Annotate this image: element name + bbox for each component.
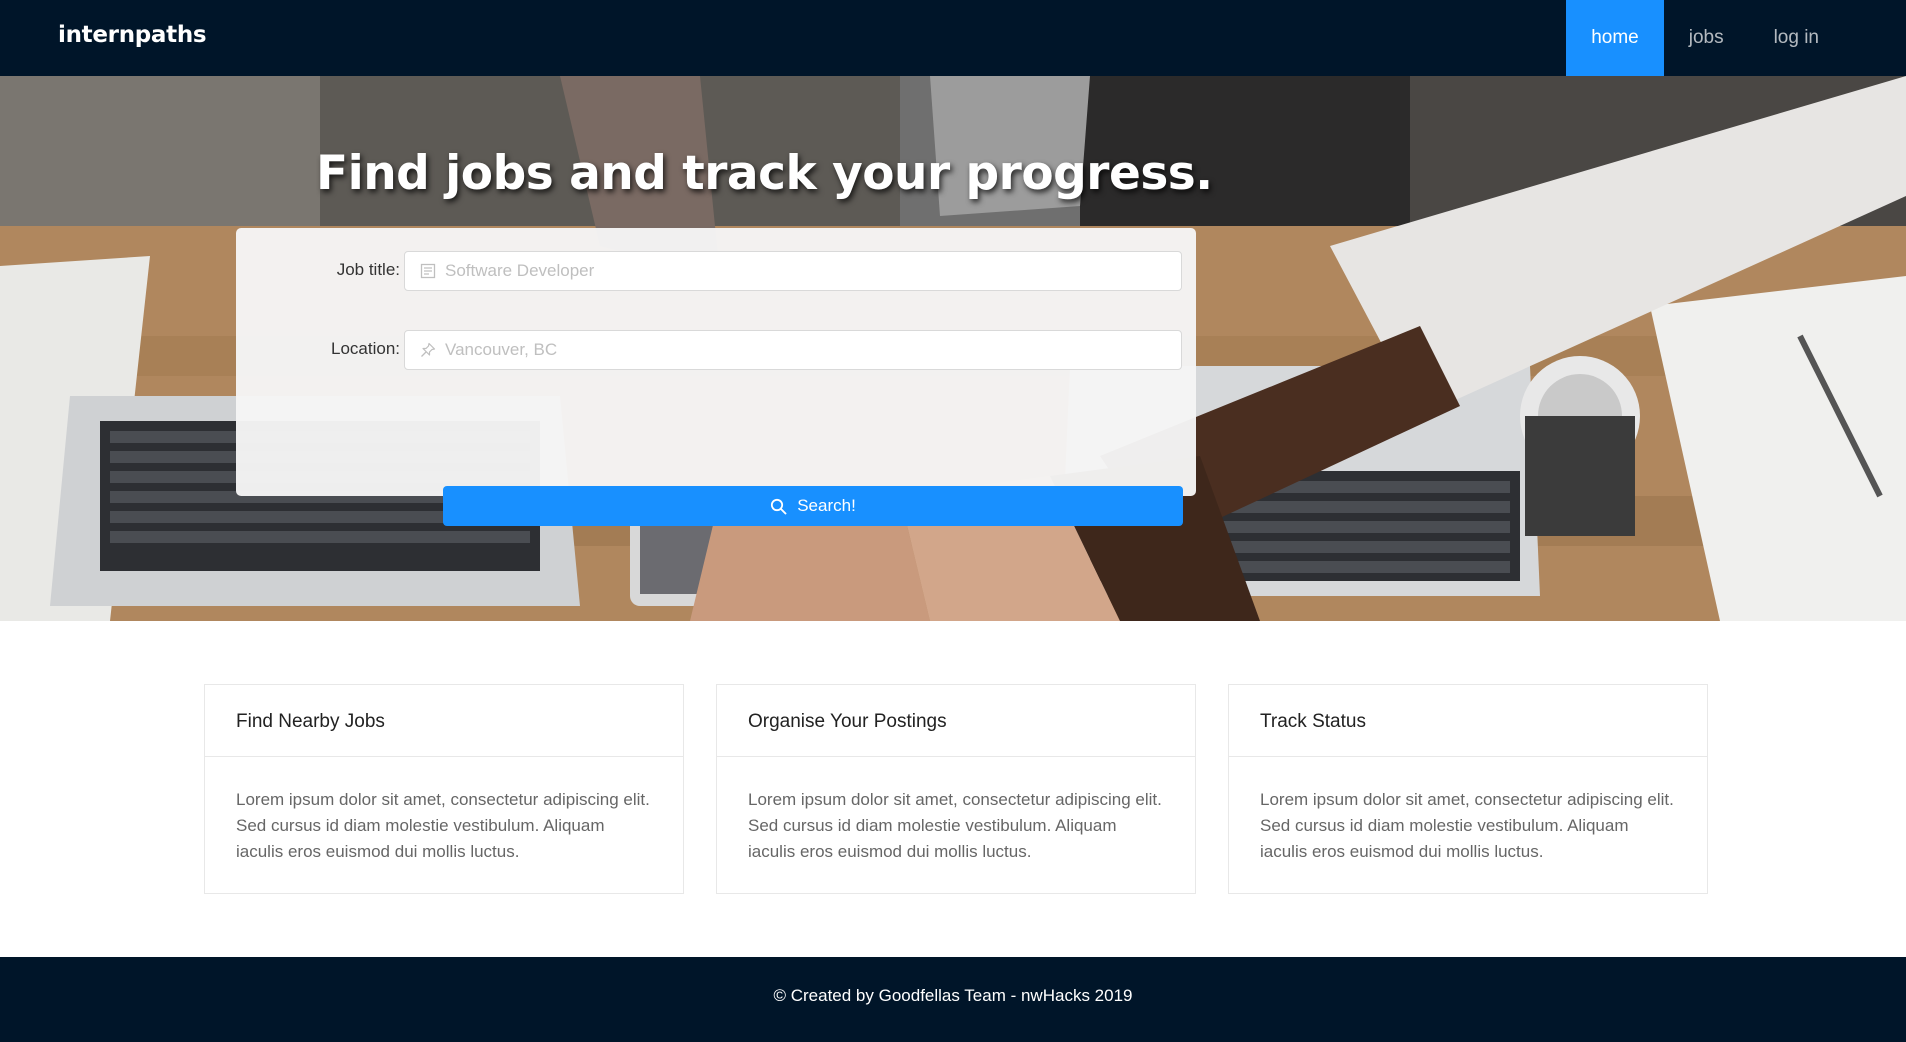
nav-menu: home jobs log in [1566, 0, 1844, 76]
hero-title: Find jobs and track your progress. [316, 146, 1213, 201]
job-search-form: Job title: Location: Search! [236, 228, 1196, 526]
search-button-label: Search! [797, 496, 856, 515]
pushpin-icon [419, 341, 437, 359]
footer-text: © Created by Goodfellas Team - nwHacks 2… [773, 986, 1133, 1005]
search-icon [770, 498, 787, 515]
feature-card-title: Track Status [1229, 685, 1707, 757]
feature-card-title: Organise Your Postings [717, 685, 1195, 757]
feature-card-find-jobs: Find Nearby Jobs Lorem ipsum dolor sit a… [204, 684, 684, 894]
site-footer: © Created by Goodfellas Team - nwHacks 2… [0, 957, 1906, 1042]
feature-card-body: Lorem ipsum dolor sit amet, consectetur … [1260, 790, 1674, 861]
nav-item-jobs[interactable]: jobs [1664, 0, 1749, 76]
job-title-input[interactable] [445, 261, 1145, 281]
feature-card-track-status: Track Status Lorem ipsum dolor sit amet,… [1228, 684, 1708, 894]
nav-item-login[interactable]: log in [1749, 0, 1844, 76]
location-label: Location: [331, 339, 400, 358]
feature-card-body: Lorem ipsum dolor sit amet, consectetur … [748, 790, 1162, 861]
profile-icon [419, 262, 437, 280]
top-navbar: internpaths home jobs log in [0, 0, 1906, 76]
job-title-field[interactable] [404, 251, 1182, 291]
hero-banner: Find jobs and track your progress. Job t… [0, 76, 1906, 621]
location-field[interactable] [404, 330, 1182, 370]
features-section: Find Nearby Jobs Lorem ipsum dolor sit a… [204, 684, 1708, 894]
job-title-label: Job title: [336, 260, 400, 279]
location-input[interactable] [445, 340, 1145, 360]
nav-item-home[interactable]: home [1566, 0, 1664, 76]
feature-card-organise: Organise Your Postings Lorem ipsum dolor… [716, 684, 1196, 894]
site-logo[interactable]: internpaths [58, 22, 207, 48]
feature-card-title: Find Nearby Jobs [205, 685, 683, 757]
feature-card-body: Lorem ipsum dolor sit amet, consectetur … [236, 790, 650, 861]
search-button[interactable]: Search! [443, 486, 1183, 526]
